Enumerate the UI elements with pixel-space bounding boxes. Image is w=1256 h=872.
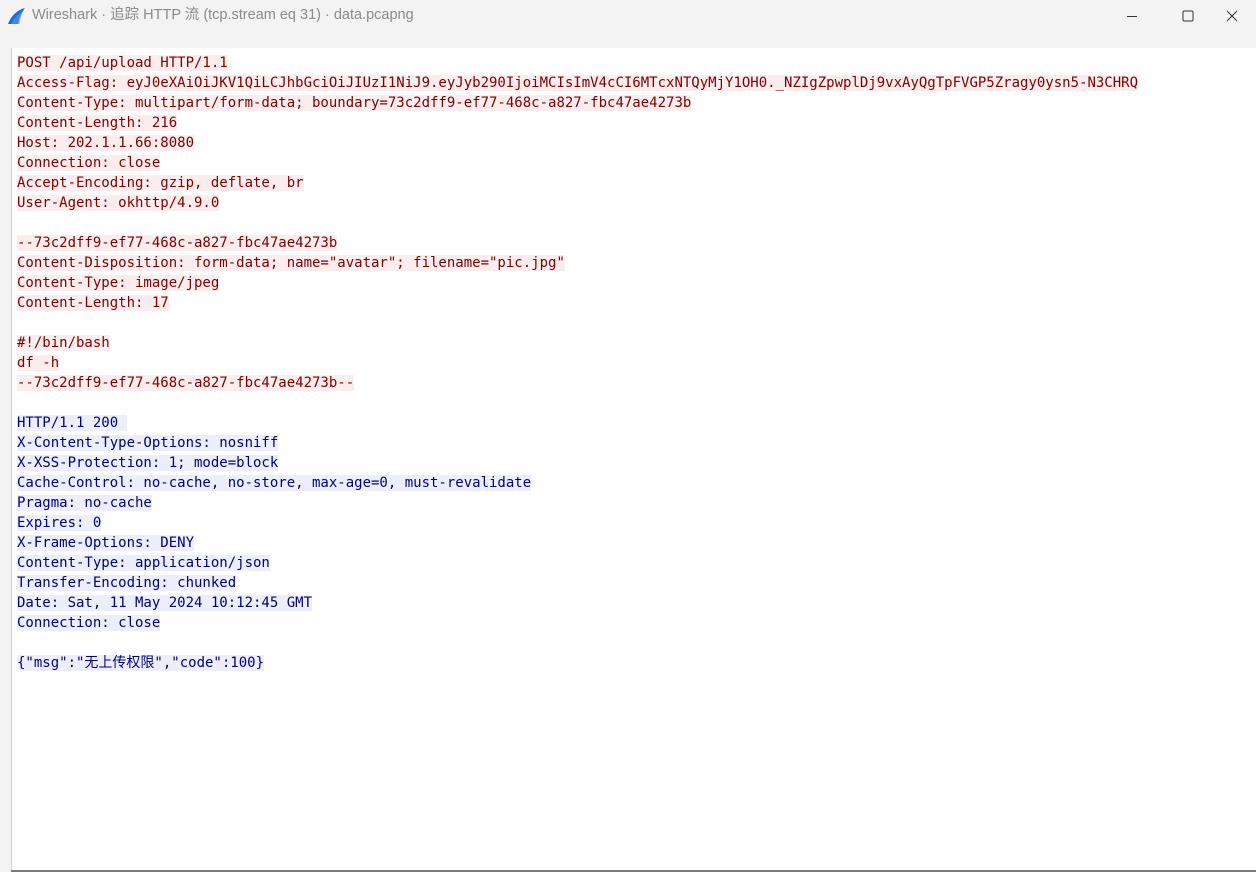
stream-text: Pragma: no-cache: [17, 495, 152, 511]
stream-text: Content-Type: application/json: [17, 555, 270, 571]
stream-text: Date: Sat, 11 May 2024 10:12:45 GMT: [17, 595, 313, 611]
stream-text: --73c2dff9-ef77-468c-a827-fbc47ae4273b--: [17, 375, 355, 391]
stream-text: Content-Length: 216: [17, 115, 178, 131]
window-title: Wireshark · 追踪 HTTP 流 (tcp.stream eq 31)…: [32, 7, 414, 23]
response-line: Cache-Control: no-cache, no-store, max-a…: [17, 473, 1255, 493]
request-line: df -h: [17, 353, 1255, 373]
stream-text: Accept-Encoding: gzip, deflate, br: [17, 175, 304, 191]
request-line: --73c2dff9-ef77-468c-a827-fbc47ae4273b--: [17, 373, 1255, 393]
stream-text: Content-Disposition: form-data; name="av…: [17, 255, 565, 271]
stream-text: Content-Type: multipart/form-data; bound…: [17, 95, 692, 111]
request-line: Content-Type: image/jpeg: [17, 273, 1255, 293]
stream-text: df -h: [17, 355, 60, 371]
stream-text: Transfer-Encoding: chunked: [17, 575, 237, 591]
stream-text: {"msg":"无上传权限","code":100}: [17, 655, 265, 671]
response-line: Expires: 0: [17, 513, 1255, 533]
response-line: {"msg":"无上传权限","code":100}: [17, 653, 1255, 673]
response-line: X-XSS-Protection: 1; mode=block: [17, 453, 1255, 473]
request-line: User-Agent: okhttp/4.9.0: [17, 193, 1255, 213]
close-button[interactable]: [1208, 0, 1256, 32]
stream-text: --73c2dff9-ef77-468c-a827-fbc47ae4273b: [17, 235, 338, 251]
maximize-icon: [1182, 7, 1194, 26]
minimize-button[interactable]: [1104, 0, 1160, 32]
stream-text: X-Frame-Options: DENY: [17, 535, 195, 551]
request-line: Accept-Encoding: gzip, deflate, br: [17, 173, 1255, 193]
stream-text: Connection: close: [17, 615, 161, 631]
stream-text: Host: 202.1.1.66:8080: [17, 135, 195, 151]
stream-text: Expires: 0: [17, 515, 102, 531]
request-line: [17, 213, 1255, 233]
stream-text: Access-Flag: eyJ0eXAiOiJKV1QiLCJhbGciOiJ…: [17, 75, 1139, 91]
request-line: Content-Length: 17: [17, 293, 1255, 313]
stream-text: HTTP/1.1 200: [17, 415, 127, 431]
request-line: Access-Flag: eyJ0eXAiOiJKV1QiLCJhbGciOiJ…: [17, 73, 1255, 93]
response-line: Pragma: no-cache: [17, 493, 1255, 513]
response-line: X-Content-Type-Options: nosniff: [17, 433, 1255, 453]
wireshark-fin-icon: [6, 6, 26, 26]
stream-text: #!/bin/bash: [17, 335, 110, 351]
close-icon: [1226, 7, 1238, 26]
stream-text: X-XSS-Protection: 1; mode=block: [17, 455, 279, 471]
request-line: [17, 393, 1255, 413]
request-line: [17, 313, 1255, 333]
stream-text-view[interactable]: POST /api/upload HTTP/1.1 Access-Flag: ey…: [11, 48, 1256, 872]
response-line: HTTP/1.1 200: [17, 413, 1255, 433]
response-line: Connection: close: [17, 613, 1255, 633]
request-line: Content-Length: 216: [17, 113, 1255, 133]
request-line: Content-Disposition: form-data; name="av…: [17, 253, 1255, 273]
request-line: Connection: close: [17, 153, 1255, 173]
title-bar[interactable]: Wireshark · 追踪 HTTP 流 (tcp.stream eq 31)…: [0, 0, 1256, 32]
response-line: Content-Type: application/json: [17, 553, 1255, 573]
stream-text: X-Content-Type-Options: nosniff: [17, 435, 279, 451]
stream-text: Content-Type: image/jpeg: [17, 275, 220, 291]
response-line: X-Frame-Options: DENY: [17, 533, 1255, 553]
stream-text: User-Agent: okhttp/4.9.0: [17, 195, 220, 211]
response-line: Transfer-Encoding: chunked: [17, 573, 1255, 593]
stream-text: Content-Length: 17: [17, 295, 169, 311]
stream-text: Cache-Control: no-cache, no-store, max-a…: [17, 475, 532, 491]
request-line: Host: 202.1.1.66:8080: [17, 133, 1255, 153]
request-line: --73c2dff9-ef77-468c-a827-fbc47ae4273b: [17, 233, 1255, 253]
stream-content: POST /api/upload HTTP/1.1 Access-Flag: ey…: [17, 53, 1255, 673]
stream-text: Connection: close: [17, 155, 161, 171]
request-line: Content-Type: multipart/form-data; bound…: [17, 93, 1255, 113]
response-line: Date: Sat, 11 May 2024 10:12:45 GMT: [17, 593, 1255, 613]
request-line: POST /api/upload HTTP/1.1: [17, 53, 1255, 73]
minimize-icon: [1126, 7, 1138, 26]
request-line: #!/bin/bash: [17, 333, 1255, 353]
response-line: [17, 633, 1255, 653]
stream-text: POST /api/upload HTTP/1.1: [17, 55, 228, 71]
